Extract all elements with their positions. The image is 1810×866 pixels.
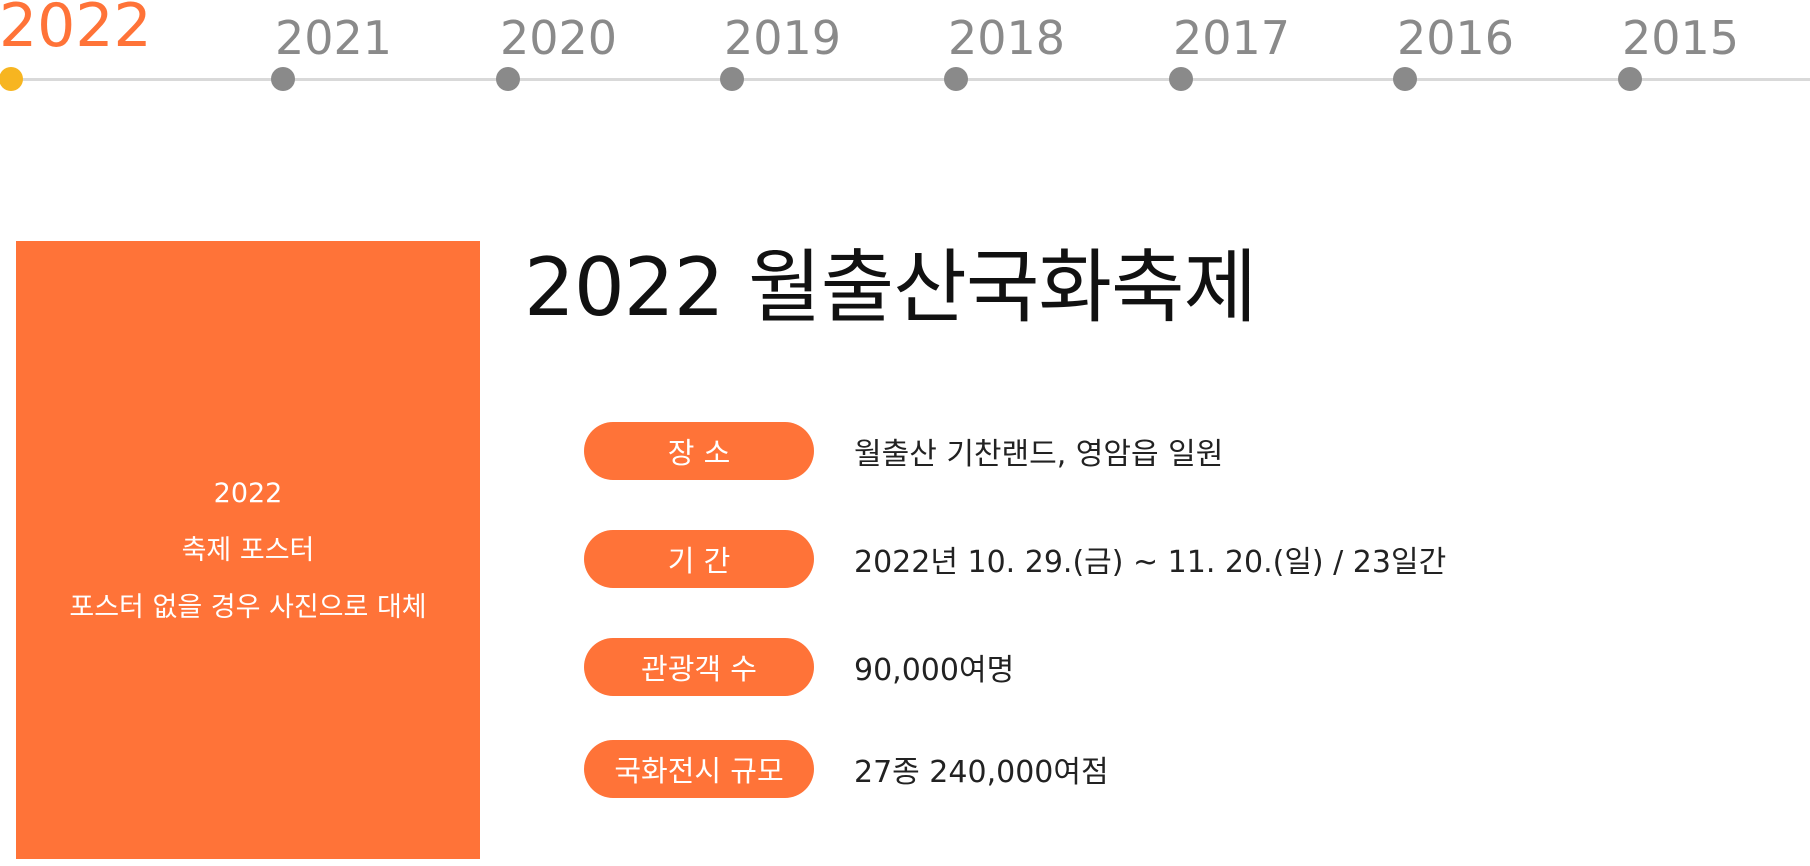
info-row-visitors: 관광객 수 90,000여명 — [584, 638, 1014, 696]
year-dot-active — [0, 67, 23, 91]
visitors-label-pill: 관광객 수 — [584, 638, 814, 696]
year-label: 2017 — [1173, 11, 1291, 65]
poster-year: 2022 — [213, 477, 283, 509]
exhibition-scale-value: 27종 240,000여점 — [854, 755, 1109, 790]
year-label: 2015 — [1622, 11, 1740, 65]
year-label: 2021 — [275, 11, 393, 65]
poster-note: 포스터 없을 경우 사진으로 대체 — [69, 591, 427, 623]
year-label: 2022 — [0, 0, 152, 61]
visitors-value: 90,000여명 — [854, 653, 1015, 688]
year-dot — [1393, 67, 1417, 91]
period-value: 2022년 10. 29.(금) ~ 11. 20.(일) / 23일간 — [854, 545, 1447, 580]
year-timeline: 2022 2021 2020 2019 2018 2017 2016 2015 — [0, 0, 1810, 100]
festival-history-page: 2022 2021 2020 2019 2018 2017 2016 2015 — [0, 0, 1810, 866]
year-dot — [271, 67, 295, 91]
year-label: 2018 — [948, 11, 1066, 65]
festival-title: 2022 월출산국화축제 — [524, 241, 1257, 334]
year-dot — [720, 67, 744, 91]
info-row-location: 장 소 월출산 기찬랜드, 영암읍 일원 — [584, 422, 1223, 480]
year-dot — [1169, 67, 1193, 91]
location-value: 월출산 기찬랜드, 영암읍 일원 — [854, 437, 1224, 472]
period-label-pill: 기 간 — [584, 530, 814, 588]
poster-caption: 축제 포스터 — [181, 534, 315, 566]
year-dot — [1618, 67, 1642, 91]
location-label-pill: 장 소 — [584, 422, 814, 480]
festival-poster-placeholder: 2022 축제 포스터 포스터 없을 경우 사진으로 대체 — [16, 241, 480, 859]
year-dot — [944, 67, 968, 91]
info-row-exhibition-scale: 국화전시 규모 27종 240,000여점 — [584, 740, 1109, 798]
year-label: 2016 — [1397, 11, 1515, 65]
exhibition-scale-label-pill: 국화전시 규모 — [584, 740, 814, 798]
year-label: 2019 — [724, 11, 842, 65]
year-label: 2020 — [500, 11, 618, 65]
year-dot — [496, 67, 520, 91]
info-row-period: 기 간 2022년 10. 29.(금) ~ 11. 20.(일) / 23일간 — [584, 530, 1446, 588]
